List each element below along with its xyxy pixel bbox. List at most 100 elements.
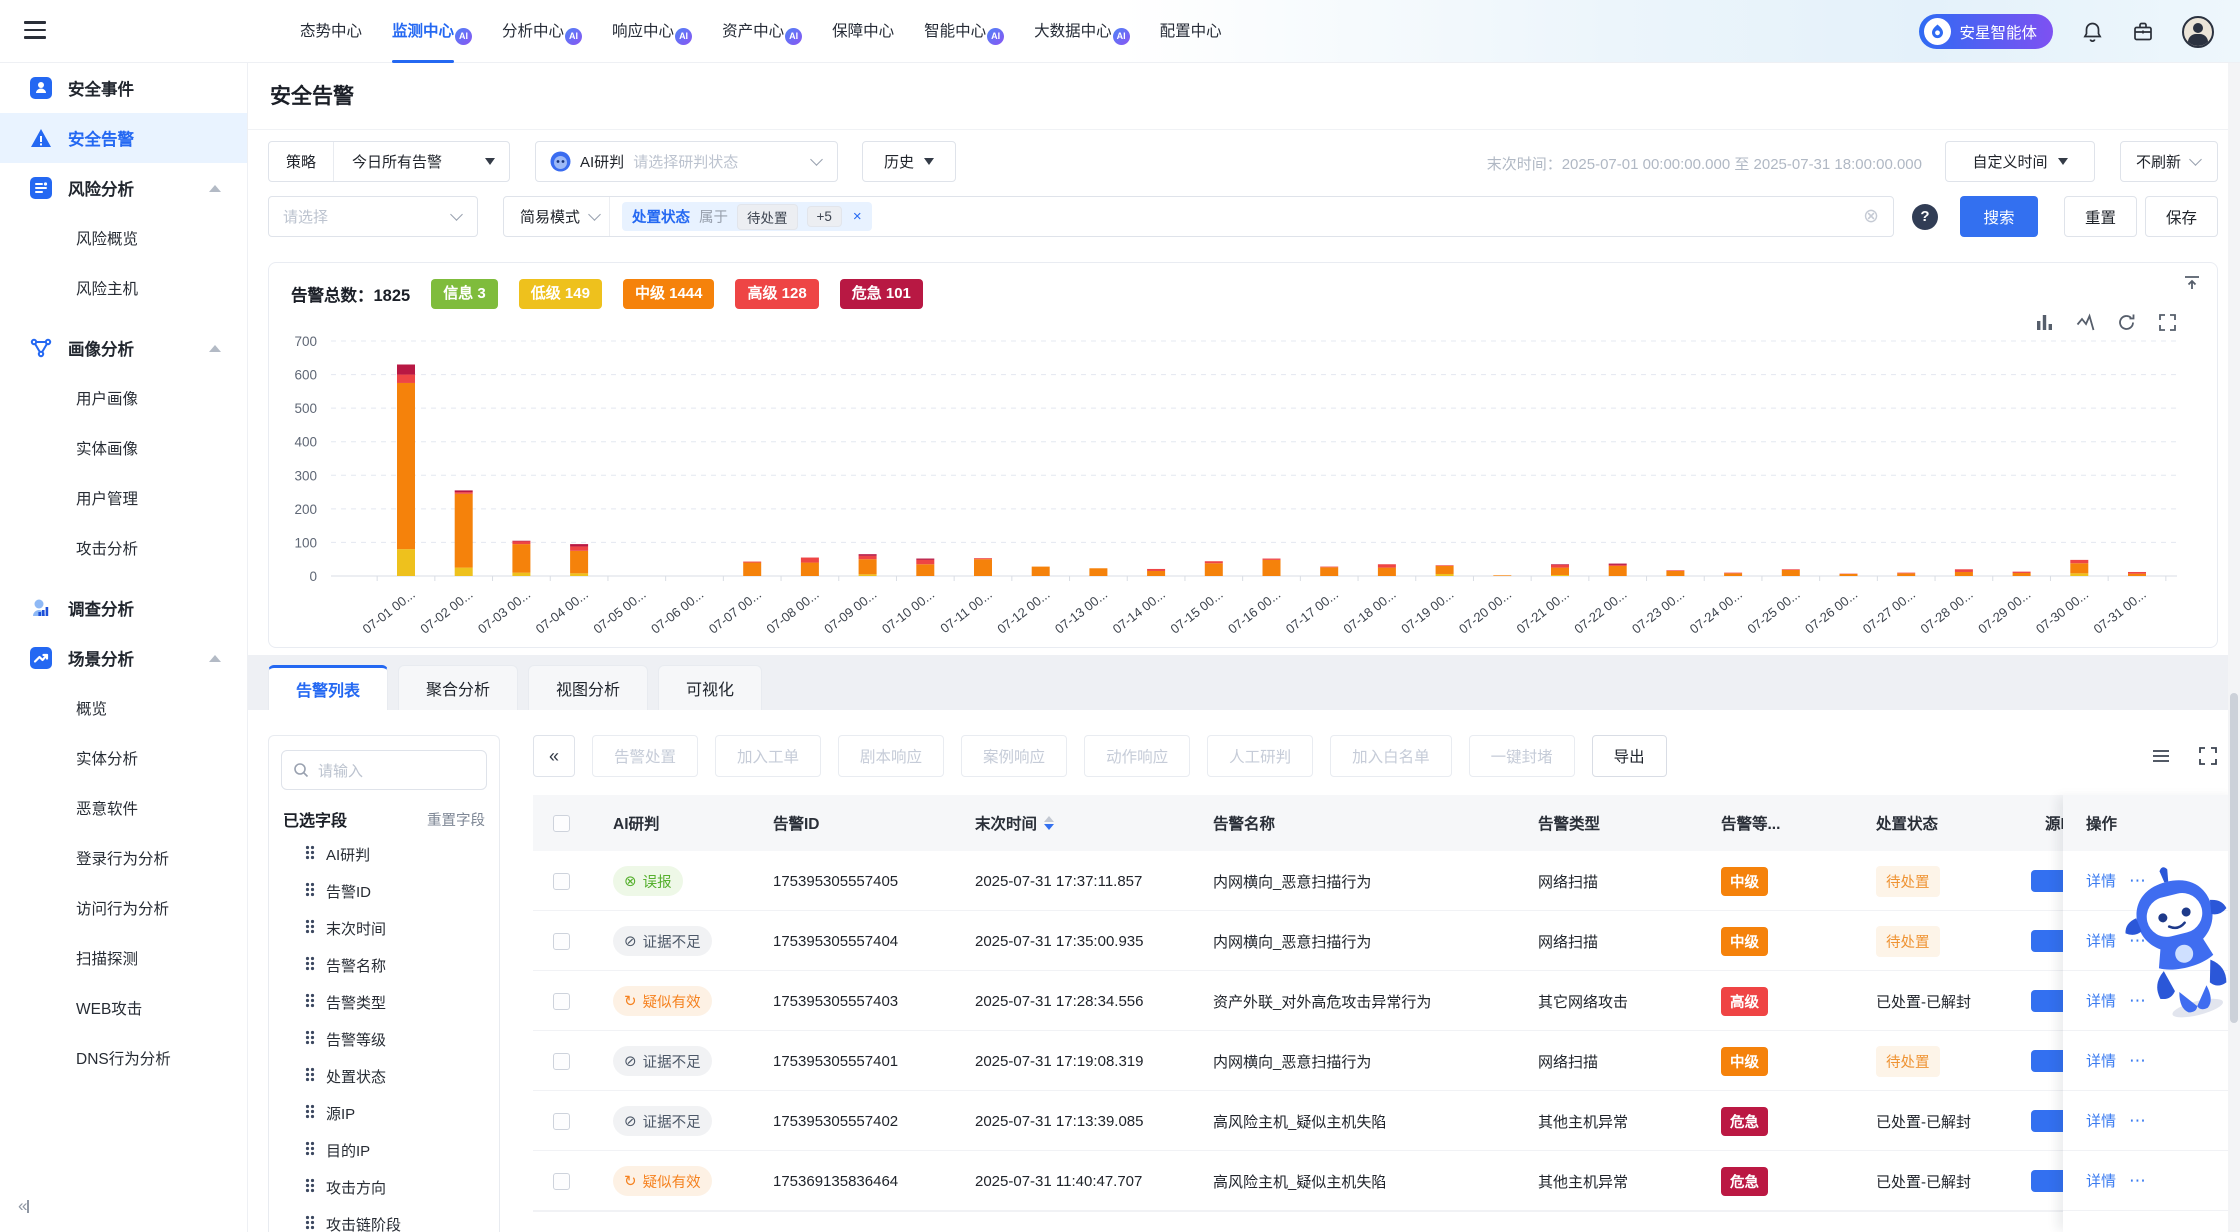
query-input[interactable]: 简易模式 处置状态 属于 待处置 +5 × ⊗ <box>503 196 1894 237</box>
field-item-1[interactable]: AI研判 <box>269 836 499 873</box>
sidebar-item-7[interactable]: 用户画像 <box>0 373 247 423</box>
ai-agent-button[interactable]: 安星智能体 <box>1919 14 2053 49</box>
field-item-2[interactable]: 告警ID <box>269 873 499 910</box>
sidebar-collapse-icon[interactable]: « <box>18 1196 29 1216</box>
field-item-5[interactable]: 告警类型 <box>269 984 499 1021</box>
sidebar-item-19[interactable]: WEB攻击 <box>0 983 247 1033</box>
detail-link[interactable]: 详情 <box>2086 1050 2116 1071</box>
nav-item-5[interactable]: 资产中心AI <box>722 0 802 63</box>
nav-item-label: 大数据中心 <box>1034 0 1112 63</box>
field-select[interactable]: 请选择 <box>268 196 478 237</box>
sidebar-item-15[interactable]: 恶意软件 <box>0 783 247 833</box>
tab-4[interactable]: 可视化 <box>658 665 762 710</box>
nav-item-7[interactable]: 智能中心AI <box>924 0 1004 63</box>
sidebar-item-11[interactable]: 调查分析 <box>0 583 247 633</box>
sidebar-item-4[interactable]: 风险概览 <box>0 213 247 263</box>
more-actions-icon[interactable]: ⋯ <box>2129 1171 2147 1191</box>
more-actions-icon[interactable]: ⋯ <box>2129 931 2147 951</box>
toolbar-button-9[interactable]: 导出 <box>1592 735 1667 777</box>
sidebar-item-6[interactable]: 画像分析 <box>0 323 247 373</box>
collapse-fields-button[interactable]: « <box>533 735 575 777</box>
sidebar-item-8[interactable]: 实体画像 <box>0 423 247 473</box>
detail-link[interactable]: 详情 <box>2086 1110 2116 1131</box>
collapse-panel-icon[interactable] <box>2183 275 2201 296</box>
more-actions-icon[interactable]: ⋯ <box>2129 871 2147 891</box>
reset-button[interactable]: 重置 <box>2064 196 2137 237</box>
user-avatar[interactable] <box>2182 16 2214 48</box>
nav-item-4[interactable]: 响应中心AI <box>612 0 692 63</box>
tab-2[interactable]: 聚合分析 <box>398 665 518 710</box>
field-item-8[interactable]: 源IP <box>269 1095 499 1132</box>
table-fullscreen-icon[interactable] <box>2198 746 2218 766</box>
sidebar-item-1[interactable]: 安全事件 <box>0 63 247 113</box>
detail-link[interactable]: 详情 <box>2086 990 2116 1011</box>
line-chart-icon[interactable] <box>2076 313 2095 332</box>
sort-icon[interactable] <box>1044 816 1054 831</box>
row-checkbox[interactable] <box>553 873 570 890</box>
row-checkbox[interactable] <box>553 1173 570 1190</box>
action-cell: 详情 ⋯ <box>2063 911 2240 971</box>
filter-condition-tag[interactable]: 处置状态 属于 待处置 +5 × <box>622 202 872 231</box>
sidebar-item-20[interactable]: DNS行为分析 <box>0 1033 247 1083</box>
field-item-3[interactable]: 末次时间 <box>269 910 499 947</box>
column-settings-icon[interactable] <box>2151 746 2171 766</box>
refresh-icon[interactable] <box>2117 313 2136 332</box>
row-checkbox[interactable] <box>553 933 570 950</box>
fullscreen-icon[interactable] <box>2158 313 2177 332</box>
nav-item-6[interactable]: 保障中心 <box>832 0 894 63</box>
field-item-7[interactable]: 处置状态 <box>269 1058 499 1095</box>
remove-tag-icon[interactable]: × <box>853 208 862 225</box>
field-item-11[interactable]: 攻击链阶段 <box>269 1206 499 1232</box>
custom-time-button[interactable]: 自定义时间 <box>1945 141 2095 182</box>
hamburger-menu-icon[interactable] <box>24 21 46 41</box>
field-search-input[interactable]: 请输入 <box>281 750 487 790</box>
history-button[interactable]: 历史 <box>862 141 956 182</box>
nav-item-8[interactable]: 大数据中心AI <box>1034 0 1130 63</box>
field-item-10[interactable]: 攻击方向 <box>269 1169 499 1206</box>
save-button[interactable]: 保存 <box>2145 196 2218 237</box>
more-actions-icon[interactable]: ⋯ <box>2129 991 2147 1011</box>
detail-link[interactable]: 详情 <box>2086 870 2116 891</box>
sidebar-item-14[interactable]: 实体分析 <box>0 733 247 783</box>
sidebar-item-18[interactable]: 扫描探测 <box>0 933 247 983</box>
notification-bell-icon[interactable] <box>2080 20 2104 44</box>
strategy-select[interactable]: 策略 今日所有告警 <box>268 141 510 182</box>
more-actions-icon[interactable]: ⋯ <box>2129 1111 2147 1131</box>
help-icon[interactable]: ? <box>1912 204 1938 230</box>
sidebar-item-10[interactable]: 攻击分析 <box>0 523 247 573</box>
field-item-4[interactable]: 告警名称 <box>269 947 499 984</box>
nav-item-2[interactable]: 监测中心AI <box>392 0 472 63</box>
field-item-6[interactable]: 告警等级 <box>269 1021 499 1058</box>
svg-text:07-25 00...: 07-25 00... <box>1744 587 1802 637</box>
sidebar-item-17[interactable]: 访问行为分析 <box>0 883 247 933</box>
detail-link[interactable]: 详情 <box>2086 930 2116 951</box>
select-all-checkbox[interactable] <box>553 815 570 832</box>
sidebar-item-2[interactable]: 安全告警 <box>0 113 247 163</box>
sidebar-item-12[interactable]: 场景分析 <box>0 633 247 683</box>
row-checkbox[interactable] <box>553 1113 570 1130</box>
row-checkbox[interactable] <box>553 993 570 1010</box>
tab-3[interactable]: 视图分析 <box>528 665 648 710</box>
search-button[interactable]: 搜索 <box>1960 196 2038 237</box>
ai-verdict-select[interactable]: AI研判 请选择研判状态 <box>535 141 838 182</box>
tab-1[interactable]: 告警列表 <box>268 665 388 710</box>
scrollbar-thumb[interactable] <box>2230 693 2238 1023</box>
sidebar-item-3[interactable]: 风险分析 <box>0 163 247 213</box>
row-checkbox[interactable] <box>553 1053 570 1070</box>
more-actions-icon[interactable]: ⋯ <box>2129 1051 2147 1071</box>
sidebar-item-9[interactable]: 用户管理 <box>0 473 247 523</box>
sidebar-item-13[interactable]: 概览 <box>0 683 247 733</box>
nav-item-1[interactable]: 态势中心 <box>300 0 362 63</box>
sidebar-item-16[interactable]: 登录行为分析 <box>0 833 247 883</box>
query-mode-select[interactable]: 简易模式 <box>504 197 610 236</box>
detail-link[interactable]: 详情 <box>2086 1170 2116 1191</box>
app-toolbox-icon[interactable] <box>2131 20 2155 44</box>
refresh-mode-select[interactable]: 不刷新 <box>2120 141 2218 182</box>
clear-query-icon[interactable]: ⊗ <box>1863 205 1879 228</box>
bar-chart-icon[interactable] <box>2035 313 2054 332</box>
sidebar-item-5[interactable]: 风险主机 <box>0 263 247 313</box>
nav-item-9[interactable]: 配置中心 <box>1160 0 1222 63</box>
nav-item-3[interactable]: 分析中心AI <box>502 0 582 63</box>
field-item-9[interactable]: 目的IP <box>269 1132 499 1169</box>
reset-fields-button[interactable]: 重置字段 <box>427 809 485 830</box>
